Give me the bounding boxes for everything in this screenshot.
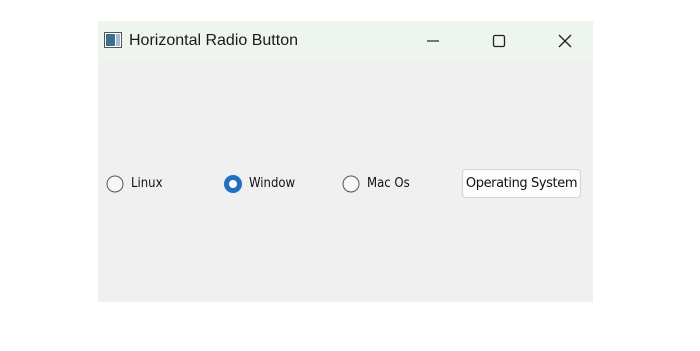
radio-linux[interactable]: Linux (106, 174, 186, 194)
radio-label-linux: Linux (131, 176, 163, 191)
minimize-button[interactable] (410, 21, 456, 61)
radio-unchecked-icon[interactable] (342, 175, 360, 193)
app-window-icon (104, 32, 122, 48)
radio-checked-icon[interactable] (224, 175, 242, 193)
radio-label-mac-os: Mac Os (367, 176, 410, 191)
radio-window[interactable]: Window (224, 174, 314, 194)
radio-mac-os[interactable]: Mac Os (342, 174, 432, 194)
maximize-icon (492, 34, 506, 48)
app-window: Horizontal Radio Button Linux Window Mac… (98, 21, 593, 302)
operating-system-button[interactable]: Operating System (462, 169, 581, 198)
maximize-button[interactable] (476, 21, 522, 61)
close-icon (558, 34, 572, 48)
radio-label-window: Window (249, 176, 296, 191)
radio-unchecked-icon[interactable] (106, 175, 124, 193)
title-bar[interactable]: Horizontal Radio Button (98, 21, 593, 61)
close-button[interactable] (542, 21, 588, 61)
window-title: Horizontal Radio Button (129, 32, 298, 49)
minimize-icon (427, 40, 439, 42)
